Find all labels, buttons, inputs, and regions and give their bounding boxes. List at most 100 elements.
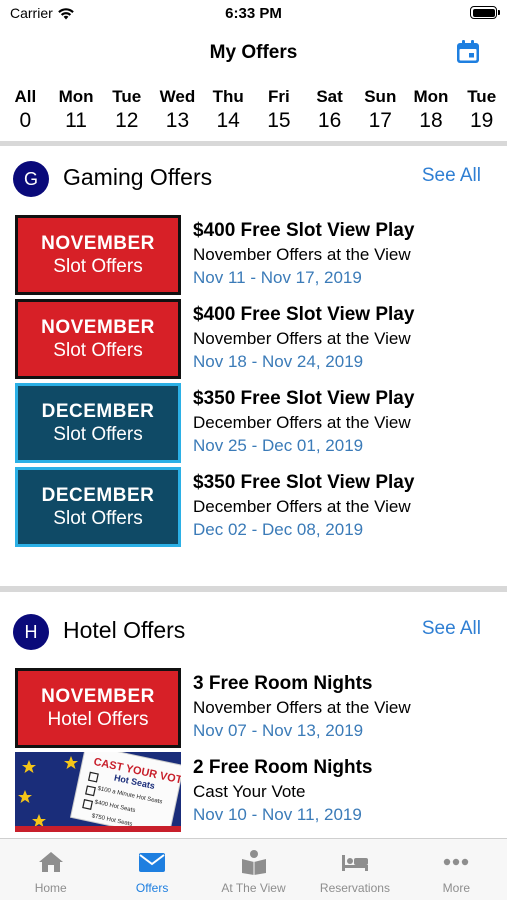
status-time: 6:33 PM — [225, 5, 282, 22]
day-tue-12[interactable]: Tue 12 — [101, 79, 152, 141]
day-number: 14 — [216, 109, 240, 132]
tab-at-the-view[interactable]: At The View — [203, 839, 304, 900]
day-name: Sat — [316, 87, 343, 106]
offer-card[interactable]: CAST YOUR VOTE! Hot Seats $100 a Minute … — [0, 752, 507, 832]
day-number: 17 — [368, 109, 392, 132]
section-header: G Gaming Offers See All — [0, 153, 507, 209]
day-number: 18 — [419, 109, 443, 132]
day-number: 13 — [165, 109, 190, 132]
day-sun-17[interactable]: Sun 17 — [355, 79, 406, 141]
offer-title: 3 Free Room Nights — [193, 673, 373, 694]
calendar-button[interactable] — [455, 39, 481, 65]
thumbnail-subheading: Slot Offers — [53, 423, 143, 445]
day-number: 11 — [65, 109, 87, 132]
thumbnail-subheading: Hotel Offers — [47, 708, 149, 730]
offer-subtitle: November Offers at the View — [193, 698, 411, 717]
gaming-offers-section: G Gaming Offers See All — [0, 153, 507, 209]
offer-thumbnail: DECEMBER Slot Offers — [15, 383, 181, 463]
offer-subtitle: November Offers at the View — [193, 245, 411, 264]
offer-dates: Nov 25 - Dec 01, 2019 — [193, 436, 364, 455]
more-dots-icon — [444, 858, 469, 866]
battery-icon — [470, 6, 500, 19]
tab-label: At The View — [221, 881, 286, 895]
offer-title: $350 Free Slot View Play — [193, 388, 415, 409]
page-title: My Offers — [209, 42, 298, 63]
day-thu-14[interactable]: Thu 14 — [203, 79, 254, 141]
offer-subtitle: December Offers at the View — [193, 497, 411, 516]
day-number: 16 — [317, 109, 342, 132]
see-all-gaming-link[interactable]: See All — [422, 165, 481, 187]
tab-label: Reservations — [319, 881, 390, 895]
offer-subtitle: November Offers at the View — [193, 329, 411, 348]
offer-thumbnail: DECEMBER Slot Offers — [15, 467, 181, 547]
day-wed-13[interactable]: Wed 13 — [152, 79, 203, 141]
navigation-bar: My Offers — [0, 28, 507, 78]
offer-dates: Dec 02 - Dec 08, 2019 — [193, 520, 364, 539]
thumbnail-heading: NOVEMBER — [41, 232, 155, 254]
offer-dates: Nov 10 - Nov 11, 2019 — [193, 805, 362, 824]
day-name: Tue — [467, 87, 497, 106]
offer-thumbnail: NOVEMBER Hotel Offers — [15, 668, 181, 748]
day-fri-15[interactable]: Fri 15 — [254, 79, 305, 141]
offer-subtitle: Cast Your Vote — [193, 782, 306, 801]
tab-label: More — [442, 881, 470, 895]
offer-card[interactable]: DECEMBER Slot Offers $350 Free Slot View… — [0, 467, 507, 547]
thumbnail-heading: NOVEMBER — [41, 316, 155, 338]
day-tue-19[interactable]: Tue 19 — [456, 79, 507, 141]
day-sat-16[interactable]: Sat 16 — [304, 79, 355, 141]
bed-icon — [341, 855, 368, 871]
gaming-badge: G — [13, 161, 49, 197]
day-mon-18[interactable]: Mon 18 — [406, 79, 457, 141]
tab-label: Offers — [135, 881, 169, 895]
book-reader-icon — [241, 850, 266, 875]
hotel-badge: H — [13, 614, 49, 650]
day-selector: All 0 Mon 11 Tue 12 Wed 13 Thu 14 Fri 15 Sat 16… — [0, 79, 507, 146]
tab-label: Home — [34, 881, 67, 895]
offer-subtitle: December Offers at the View — [193, 413, 411, 432]
offer-dates: Nov 07 - Nov 13, 2019 — [193, 721, 364, 740]
day-name: All — [14, 87, 37, 106]
offer-dates: Nov 18 - Nov 24, 2019 — [193, 352, 364, 371]
tab-more[interactable]: More — [406, 839, 507, 900]
day-mon-11[interactable]: Mon 11 — [51, 79, 102, 141]
calendar-icon — [457, 40, 479, 63]
offer-title: $400 Free Slot View Play — [193, 304, 415, 325]
section-header: H Hotel Offers See All — [0, 606, 507, 662]
day-number: 19 — [470, 109, 494, 132]
thumbnail-heading: DECEMBER — [41, 484, 155, 506]
offer-card[interactable]: NOVEMBER Slot Offers $400 Free Slot View… — [0, 299, 507, 379]
thumbnail-heading: NOVEMBER — [41, 685, 155, 707]
day-name: Wed — [159, 87, 196, 106]
thumbnail-heading: DECEMBER — [41, 400, 155, 422]
hotel-offers-section: H Hotel Offers See All — [0, 606, 507, 662]
thumbnail-subheading: Slot Offers — [53, 339, 143, 361]
day-name: Mon — [58, 87, 94, 106]
day-number: 0 — [19, 109, 32, 132]
tab-bar: Home Offers At The View Reservations Mor… — [0, 838, 507, 900]
day-name: Mon — [413, 87, 449, 106]
section-title: Gaming Offers — [63, 164, 213, 190]
offer-card[interactable]: NOVEMBER Slot Offers $400 Free Slot View… — [0, 215, 507, 295]
see-all-hotel-link[interactable]: See All — [422, 618, 481, 640]
offer-thumbnail: NOVEMBER Slot Offers — [15, 299, 181, 379]
tab-reservations[interactable]: Reservations — [304, 839, 405, 900]
offer-thumbnail: NOVEMBER Slot Offers — [15, 215, 181, 295]
day-all[interactable]: All 0 — [0, 79, 51, 141]
section-divider — [0, 586, 507, 592]
envelope-icon — [139, 853, 166, 872]
day-name: Thu — [212, 87, 244, 106]
offer-dates: Nov 11 - Nov 17, 2019 — [193, 268, 362, 287]
day-number: 15 — [267, 109, 291, 132]
offer-card[interactable]: DECEMBER Slot Offers $350 Free Slot View… — [0, 383, 507, 463]
offer-title: 2 Free Room Nights — [193, 757, 373, 778]
offer-card[interactable]: NOVEMBER Hotel Offers 3 Free Room Nights… — [0, 668, 507, 748]
status-bar: Carrier 6:33 PM — [0, 0, 507, 28]
tab-offers[interactable]: Offers — [101, 839, 202, 900]
day-number: 12 — [115, 109, 139, 132]
thumbnail-subheading: Slot Offers — [53, 507, 143, 529]
thumbnail-subheading: Slot Offers — [53, 255, 143, 277]
tab-home[interactable]: Home — [0, 839, 101, 900]
day-name: Sun — [364, 87, 397, 106]
offer-title: $350 Free Slot View Play — [193, 472, 415, 493]
section-title: Hotel Offers — [63, 617, 186, 643]
